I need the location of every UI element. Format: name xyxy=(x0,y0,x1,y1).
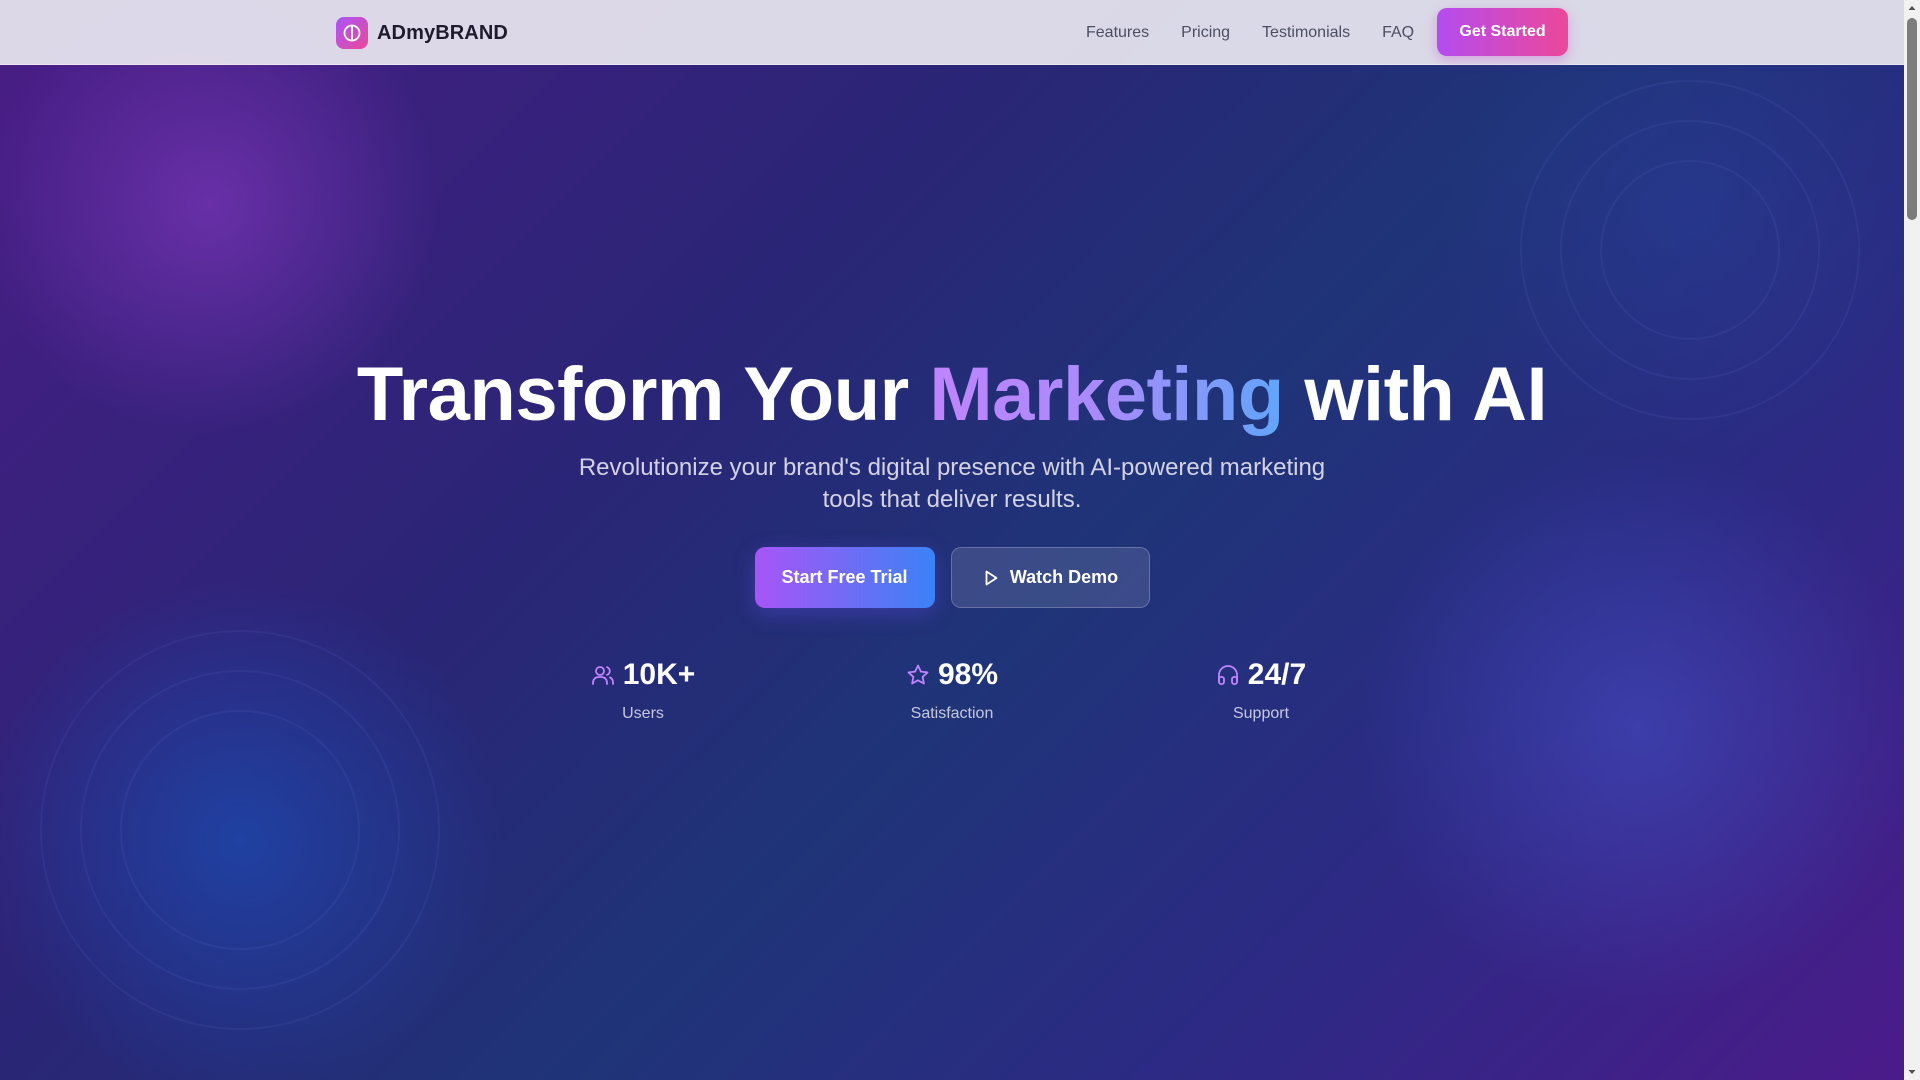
stat-support-value: 24/7 xyxy=(1247,658,1307,691)
stat-users: 10K+ Users xyxy=(543,655,743,723)
hero-title-part1: Transform Your xyxy=(356,352,930,437)
stat-satisfaction-label: Satisfaction xyxy=(910,705,994,722)
brand-name: ADmyBRAND xyxy=(377,21,508,44)
stat-satisfaction: 98% Satisfaction xyxy=(852,655,1052,723)
decor-ring xyxy=(120,710,360,950)
stat-users-value: 10K+ xyxy=(622,658,696,691)
decor-ring xyxy=(1600,160,1780,340)
brand[interactable]: ADmyBRAND xyxy=(336,16,508,50)
star-icon xyxy=(907,664,929,685)
nav-link-pricing[interactable]: Pricing xyxy=(1181,24,1230,42)
hero-title-highlight: Marketing xyxy=(929,352,1284,437)
scrollbar-thumb[interactable] xyxy=(1907,18,1917,220)
hero-title: Transform Your Marketing with AI xyxy=(0,350,1904,440)
stat-support-label: Support xyxy=(1232,705,1290,722)
nav-link-faq[interactable]: FAQ xyxy=(1382,24,1414,42)
watch-demo-label: Watch Demo xyxy=(1009,567,1119,587)
users-icon xyxy=(591,666,614,685)
brand-logo-icon xyxy=(336,17,368,49)
stat-satisfaction-value: 98% xyxy=(937,658,999,691)
hero-title-part2: with AI xyxy=(1283,352,1548,437)
stat-support: 24/7 Support xyxy=(1161,655,1361,723)
scroll-up-arrow-icon[interactable] xyxy=(1904,0,1920,16)
page-scrollbar[interactable] xyxy=(1904,0,1920,1080)
headphones-icon xyxy=(1217,665,1238,685)
play-icon xyxy=(985,570,998,585)
cta-row: Start Free Trial Watch Demo xyxy=(0,547,1904,608)
navbar: ADmyBRAND Features Pricing Testimonials … xyxy=(0,0,1904,65)
start-free-trial-button[interactable]: Start Free Trial xyxy=(754,547,935,608)
hero-background: ADmyBRAND Features Pricing Testimonials … xyxy=(0,0,1904,1080)
watch-demo-button[interactable]: Watch Demo xyxy=(950,547,1150,608)
hero-subtitle: Revolutionize your brand's digital prese… xyxy=(578,454,1326,513)
scroll-down-arrow-icon[interactable] xyxy=(1904,1064,1920,1080)
nav-links: Features Pricing Testimonials FAQ xyxy=(1086,0,1414,65)
nav-link-features[interactable]: Features xyxy=(1086,24,1149,42)
nav-link-testimonials[interactable]: Testimonials xyxy=(1262,24,1350,42)
stat-users-label: Users xyxy=(622,705,664,722)
get-started-button[interactable]: Get Started xyxy=(1437,8,1568,56)
